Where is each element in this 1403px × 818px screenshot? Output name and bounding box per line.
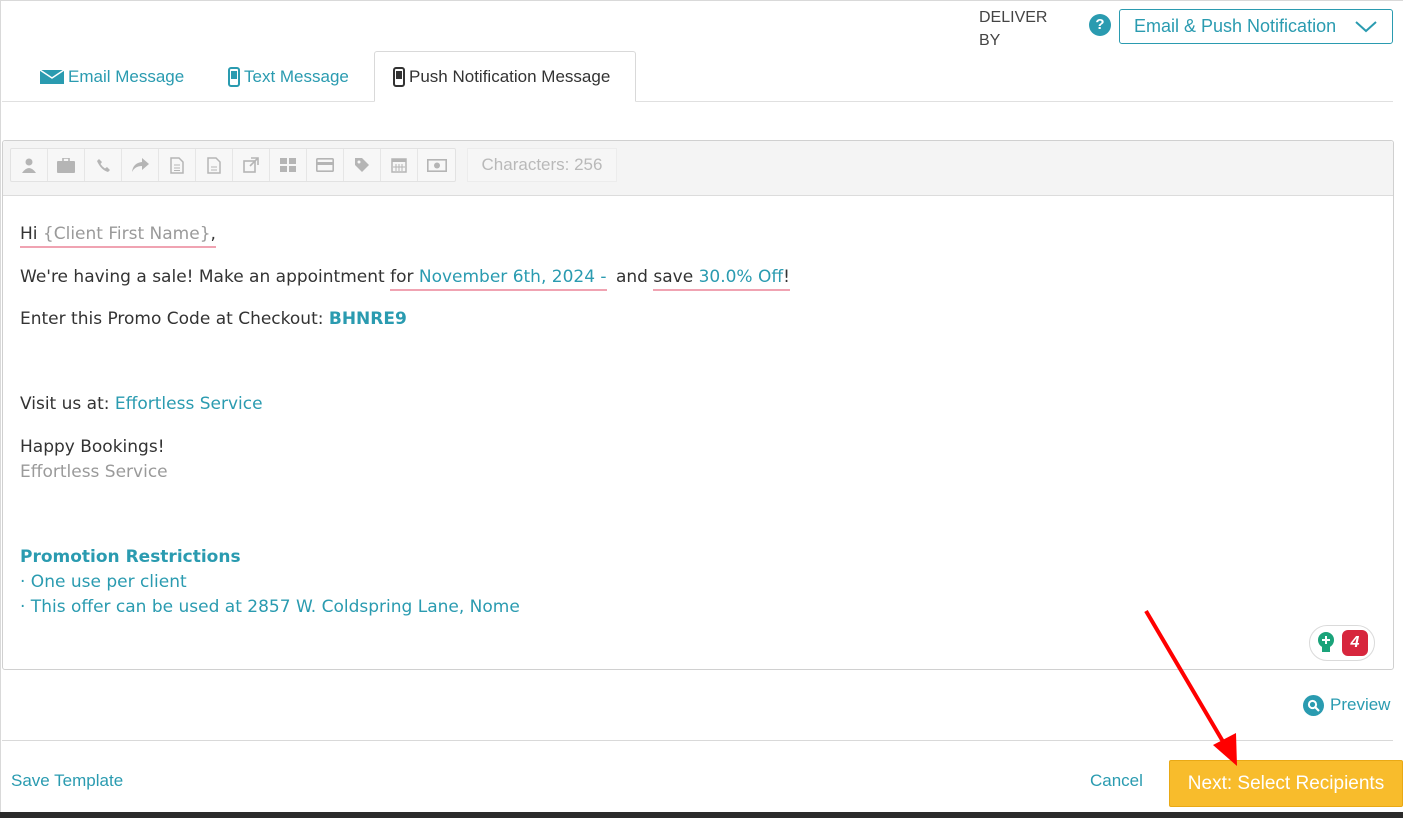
sale-for: for (390, 267, 414, 287)
insert-field-toolbar (10, 148, 456, 182)
next-select-recipients-button[interactable]: Next: Select Recipients (1169, 760, 1403, 807)
bottom-bar (0, 812, 1403, 818)
sale-save: save (653, 267, 694, 287)
visit-prefix: Visit us at: (20, 394, 110, 414)
credit-card-icon[interactable] (307, 149, 344, 181)
restriction-item: · One use per client (20, 572, 187, 592)
phone-icon[interactable] (85, 149, 122, 181)
greeting-suffix: , (210, 224, 216, 244)
sale-and: and (615, 267, 648, 287)
greeting-prefix: Hi (20, 224, 38, 244)
share-icon[interactable] (122, 149, 159, 181)
signature-text: Effortless Service (20, 462, 168, 482)
sale-prefix: We're having a sale! Make an appointment (20, 267, 385, 287)
user-icon[interactable] (11, 149, 48, 181)
sale-suffix: ! (783, 267, 790, 287)
tab-text-message[interactable]: Text Message (228, 51, 349, 102)
visit-link[interactable]: Effortless Service (115, 394, 263, 414)
grammar-issue-count: 4 (1342, 630, 1368, 656)
preview-link[interactable]: Preview (1303, 693, 1390, 717)
client-first-name-placeholder: {Client First Name} (42, 224, 211, 244)
document-icon[interactable] (159, 149, 196, 181)
lightbulb-icon (1318, 632, 1334, 652)
search-icon (1303, 694, 1324, 716)
promotion-restrictions-title: Promotion Restrictions (20, 547, 241, 567)
chevron-down-icon (1355, 21, 1377, 33)
grammar-checker-badge[interactable]: 4 (1309, 625, 1375, 661)
sale-line: We're having a sale! Make an appointment… (20, 267, 790, 291)
deliver-by-select[interactable]: Email & Push Notification (1119, 9, 1393, 44)
sale-discount: 30.0% Off (698, 267, 784, 287)
tag-icon[interactable] (344, 149, 381, 181)
cancel-link[interactable]: Cancel (1090, 771, 1143, 791)
save-template-link[interactable]: Save Template (11, 771, 123, 791)
calendar-icon[interactable] (381, 149, 418, 181)
envelope-icon (40, 69, 64, 84)
footer-divider (2, 740, 1393, 741)
deliver-label-line1: DELIVER (979, 9, 1048, 26)
grid-icon[interactable] (270, 149, 307, 181)
restriction-item: · This offer can be used at 2857 W. Cold… (20, 597, 520, 617)
tab-push-notification-message[interactable]: Push Notification Message (374, 51, 636, 102)
promo-code: BHNRE9 (328, 309, 407, 329)
signoff-text: Happy Bookings! (20, 437, 165, 457)
promo-line: Enter this Promo Code at Checkout: BHNRE… (20, 309, 407, 329)
tab-email-message[interactable]: Email Message (40, 51, 184, 102)
help-icon[interactable]: ? (1089, 14, 1111, 36)
mobile-phone-icon (228, 66, 240, 87)
deliver-label-line2: BY (979, 32, 1001, 49)
greeting-line: Hi {Client First Name}, (20, 224, 216, 248)
sale-date: November 6th, 2024 - (418, 267, 607, 287)
characters-count: Characters: 256 (467, 148, 617, 182)
promo-prefix: Enter this Promo Code at Checkout: (20, 309, 324, 329)
mobile-phone-icon (393, 66, 405, 87)
tabs-divider (2, 101, 1393, 102)
editor-toolbar: Characters: 256 (3, 141, 1393, 196)
document-alt-icon[interactable] (196, 149, 233, 181)
visit-line: Visit us at: Effortless Service (20, 394, 263, 414)
money-icon[interactable] (418, 149, 455, 181)
deliver-by-label: DELIVER BY (979, 6, 1069, 52)
message-editor[interactable]: Characters: 256 Hi {Client First Name}, … (2, 140, 1394, 670)
left-border (0, 0, 1, 812)
tab-text-label: Text Message (244, 66, 349, 86)
briefcase-icon[interactable] (48, 149, 85, 181)
top-border (0, 0, 1403, 1)
tab-push-label: Push Notification Message (409, 66, 611, 86)
tab-email-label: Email Message (68, 66, 185, 86)
preview-label: Preview (1330, 695, 1391, 714)
deliver-by-selected-value: Email & Push Notification (1134, 16, 1337, 36)
external-link-icon[interactable] (233, 149, 270, 181)
